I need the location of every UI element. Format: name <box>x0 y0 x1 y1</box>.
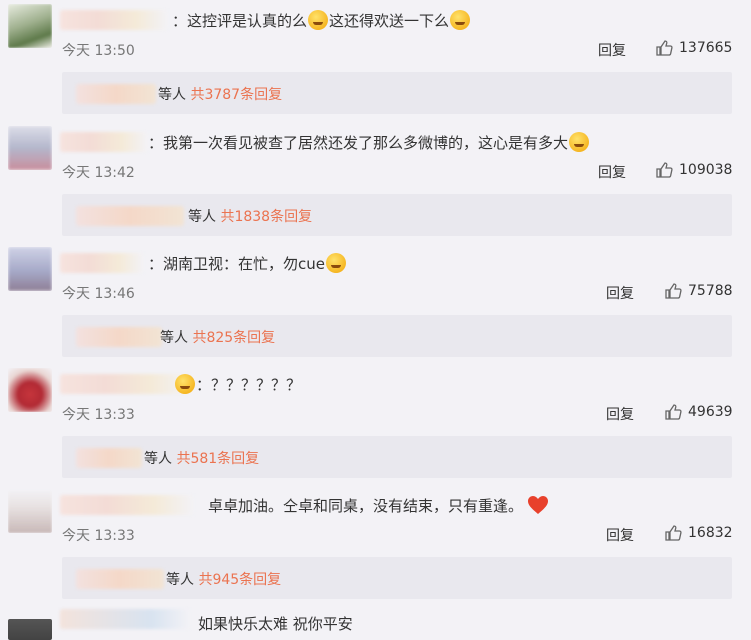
reply-summary[interactable]: 等人 共3787条回复 <box>62 72 732 114</box>
reply-count-link[interactable]: 共1838条回复 <box>220 209 312 225</box>
nickname[interactable] <box>60 495 194 515</box>
comment-item: 如果快乐太难 祝你平安 <box>0 605 751 640</box>
like-count: 49639 <box>688 404 733 420</box>
comment-text: ：我第一次看见被查了居然还发了那么多微博的，这心是有多大 <box>148 132 590 154</box>
comment-text: ：？？？？？？ <box>174 374 301 396</box>
comment-text-part: 这还得欢送一下么 <box>329 12 450 30</box>
reply-count-link[interactable]: 共3787条回复 <box>190 87 282 103</box>
avatar[interactable] <box>8 489 52 533</box>
comment-text-part: ：？？？？？？ <box>196 376 302 394</box>
thumbs-up-icon <box>656 162 673 178</box>
reply-count-link[interactable]: 共581条回复 <box>176 451 259 467</box>
like-count: 109038 <box>679 162 733 178</box>
reply-summary[interactable]: 等人 共1838条回复 <box>62 194 732 236</box>
like-button[interactable]: 109038 <box>655 161 732 179</box>
reply-summary-prefix: 等人 <box>158 87 186 103</box>
nickname[interactable] <box>60 374 190 394</box>
thumbs-up-icon <box>656 40 673 56</box>
smile-emoji-icon <box>450 10 471 30</box>
comment-text-part: 如果快乐太难 祝你平安 <box>198 615 353 633</box>
comment-text: 卓卓加油。仝卓和同桌，没有结束，只有重逢。 <box>208 495 549 517</box>
thumbs-up-icon <box>665 525 682 541</box>
like-count: 75788 <box>688 283 733 299</box>
like-count: 137665 <box>679 40 733 56</box>
nickname[interactable] <box>60 253 144 273</box>
nickname[interactable] <box>60 132 148 152</box>
comment-text-part: 卓卓加油。仝卓和同桌，没有结束，只有重逢。 <box>208 497 524 515</box>
reply-nicknames <box>76 448 142 468</box>
reply-nicknames <box>76 327 162 347</box>
comment-text-part: ：湖南卫视：在忙，勿cue <box>148 255 325 273</box>
heart-emoji-icon <box>528 496 549 514</box>
comment-item: ：我第一次看见被查了居然还发了那么多微博的，这心是有多大 今天 13:42 回复… <box>0 122 751 242</box>
comment-time: 今天 13:33 <box>62 528 135 544</box>
avatar[interactable] <box>8 619 52 640</box>
thumbs-up-icon <box>665 404 682 420</box>
comment-time: 今天 13:33 <box>62 407 135 423</box>
reply-summary-text: 等人 共945条回复 <box>166 569 281 589</box>
comment-item: ：湖南卫视：在忙，勿cue 今天 13:46 回复 75788 等人 共825条… <box>0 243 751 363</box>
reply-summary-text: 等人 共3787条回复 <box>158 84 282 104</box>
reply-nicknames <box>76 206 184 226</box>
comment-text: ：湖南卫视：在忙，勿cue <box>148 253 347 275</box>
nickname[interactable] <box>60 10 168 30</box>
comment-time: 今天 13:46 <box>62 286 135 302</box>
reply-count-link[interactable]: 共825条回复 <box>192 330 275 346</box>
avatar[interactable] <box>8 4 52 48</box>
reply-summary[interactable]: 等人 共581条回复 <box>62 436 732 478</box>
reply-button[interactable]: 回复 <box>606 283 634 303</box>
reply-summary-text: 等人 共1838条回复 <box>188 206 312 226</box>
reply-summary-text: 等人 共581条回复 <box>144 448 259 468</box>
comment-text: 如果快乐太难 祝你平安 <box>198 613 353 635</box>
smile-emoji-icon <box>569 132 590 152</box>
avatar[interactable] <box>8 247 52 291</box>
reply-summary[interactable]: 等人 共825条回复 <box>62 315 732 357</box>
comment-text: ：这控评是认真的么 这还得欢送一下么 <box>172 10 471 32</box>
reply-summary-text: 等人 共825条回复 <box>160 327 275 347</box>
like-button[interactable]: 137665 <box>655 39 732 57</box>
reply-button[interactable]: 回复 <box>606 404 634 424</box>
smile-emoji-icon <box>325 253 346 273</box>
comment-text-part: ：我第一次看见被查了居然还发了那么多微博的，这心是有多大 <box>148 134 569 152</box>
reply-count-link[interactable]: 共945条回复 <box>198 572 281 588</box>
like-button[interactable]: 75788 <box>664 282 733 300</box>
smile-emoji-icon <box>175 374 195 394</box>
comment-item: ：这控评是认真的么 这还得欢送一下么 今天 13:50 回复 137665 等人 … <box>0 0 751 120</box>
reply-summary[interactable]: 等人 共945条回复 <box>62 557 732 599</box>
reply-nicknames <box>76 569 164 589</box>
comment-text-part: ：这控评是认真的么 <box>172 12 308 30</box>
comment-time: 今天 13:42 <box>62 165 135 181</box>
reply-summary-prefix: 等人 <box>160 330 188 346</box>
reply-summary-prefix: 等人 <box>166 572 194 588</box>
comment-time: 今天 13:50 <box>62 43 135 59</box>
reply-summary-prefix: 等人 <box>188 209 216 225</box>
avatar[interactable] <box>8 126 52 170</box>
reply-button[interactable]: 回复 <box>606 525 634 545</box>
smile-emoji-icon <box>308 10 329 30</box>
like-button[interactable]: 49639 <box>664 403 733 421</box>
thumbs-up-icon <box>665 283 682 299</box>
like-count: 16832 <box>688 525 733 541</box>
reply-button[interactable]: 回复 <box>598 162 626 182</box>
reply-button[interactable]: 回复 <box>598 40 626 60</box>
comment-item: 卓卓加油。仝卓和同桌，没有结束，只有重逢。 今天 13:33 回复 16832 … <box>0 485 751 605</box>
reply-summary-prefix: 等人 <box>144 451 172 467</box>
comment-item: ：？？？？？？ 今天 13:33 回复 49639 等人 共581条回复 <box>0 364 751 484</box>
nickname[interactable] <box>60 609 190 629</box>
like-button[interactable]: 16832 <box>664 524 733 542</box>
avatar[interactable] <box>8 368 52 412</box>
reply-nicknames <box>76 84 156 104</box>
